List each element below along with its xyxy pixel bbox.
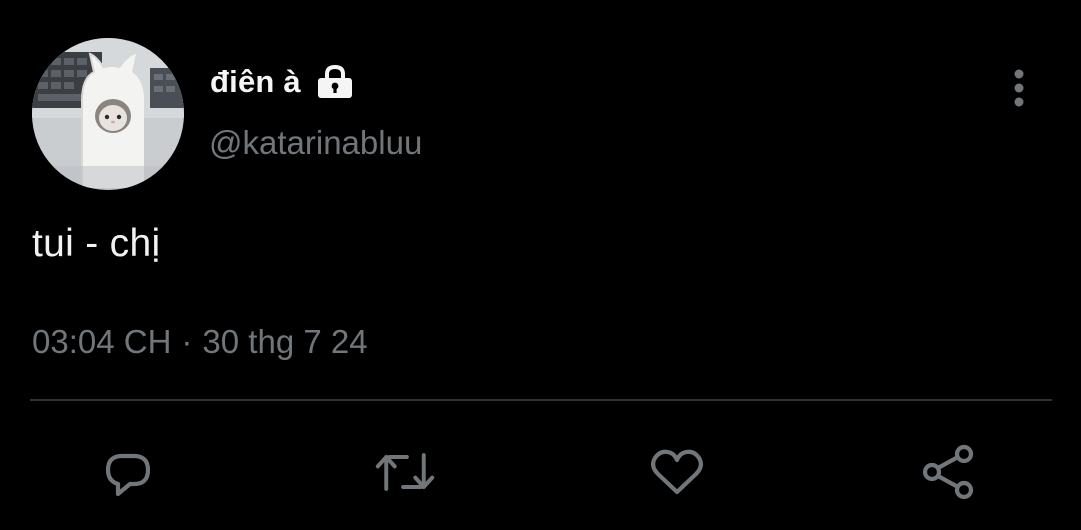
more-options-icon[interactable]: [1005, 64, 1033, 112]
retweet-icon: [375, 453, 435, 491]
share-icon: [922, 444, 974, 500]
tweet-time: 03:04 CH: [32, 323, 172, 360]
tweet-date: 30 thg 7 24: [202, 323, 368, 360]
share-button[interactable]: [918, 442, 978, 502]
divider: [30, 399, 1052, 401]
tweet-timestamp[interactable]: 03:04 CH · 30 thg 7 24: [32, 323, 368, 361]
reply-button[interactable]: [98, 442, 158, 502]
tweet-text: tui - chị: [32, 222, 161, 265]
display-name-row: điên à: [210, 60, 355, 104]
comment-icon: [105, 453, 151, 497]
avatar[interactable]: [32, 38, 184, 190]
avatar-image: [32, 38, 184, 190]
heart-icon: [650, 449, 704, 495]
retweet-button[interactable]: [375, 442, 435, 502]
tweet-card: điên à @katarinabluu tui - chị 03:04 CH …: [0, 0, 1081, 530]
lock-icon: [315, 64, 355, 100]
user-handle[interactable]: @katarinabluu: [209, 124, 422, 162]
display-name[interactable]: điên à: [210, 64, 301, 100]
meta-separator: ·: [181, 323, 193, 360]
like-button[interactable]: [647, 442, 707, 502]
